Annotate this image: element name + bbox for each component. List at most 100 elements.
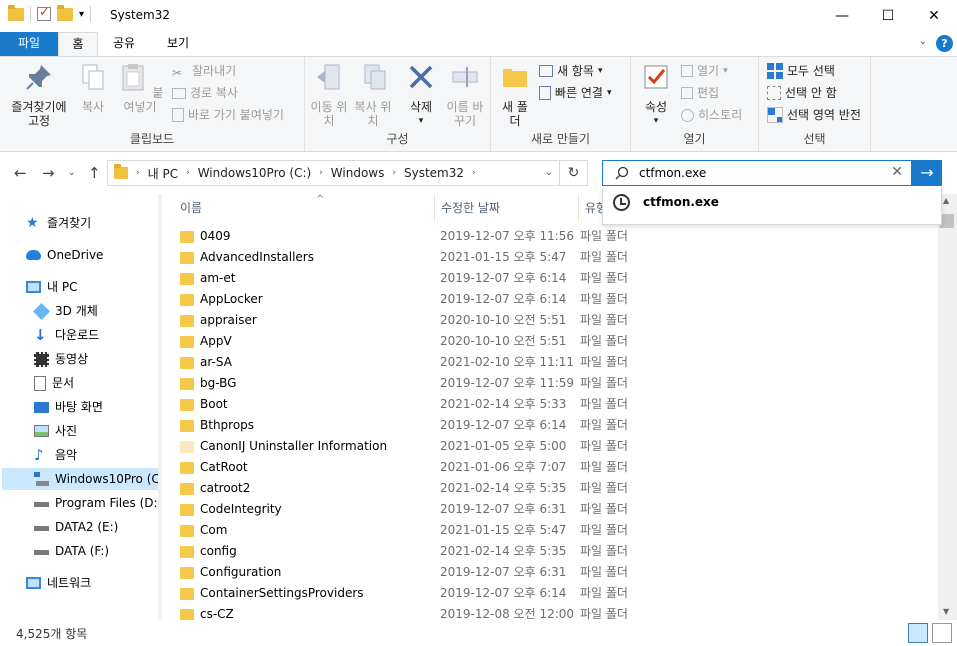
search-input[interactable] bbox=[639, 166, 879, 180]
nav-item-desktop[interactable]: 바탕 화면 bbox=[34, 396, 103, 418]
properties-quick-icon[interactable] bbox=[37, 5, 51, 21]
column-header-date[interactable]: 수정한 날짜 bbox=[434, 194, 578, 222]
minimize-button[interactable]: — bbox=[819, 0, 865, 32]
rename-button[interactable]: 이름 바꾸기 bbox=[445, 61, 485, 128]
paste-button[interactable]: 붙여넣기 bbox=[114, 61, 166, 114]
scroll-up-icon[interactable]: ▲ bbox=[943, 196, 949, 205]
easy-access-button[interactable]: 빠른 연결 ▾ bbox=[539, 83, 612, 103]
table-row[interactable]: AdvancedInstallers 2021-01-15 오후 5:47 파일 폴… bbox=[180, 247, 658, 268]
search-box[interactable]: ✕ bbox=[602, 160, 912, 186]
paste-shortcut-button[interactable]: 바로 가기 붙여넣기 bbox=[172, 105, 284, 125]
select-none-button[interactable]: 선택 안 함 bbox=[767, 83, 837, 103]
table-row[interactable]: AppLocker 2019-12-07 오후 6:14 파일 폴더 bbox=[180, 289, 658, 310]
nav-item-drive-d[interactable]: Program Files (D:) bbox=[34, 492, 162, 514]
up-arrow-icon[interactable]: ↑ bbox=[88, 164, 101, 182]
table-row[interactable]: Bthprops 2019-12-07 오후 6:14 파일 폴더 bbox=[180, 415, 658, 436]
column-header-name[interactable]: ^ 이름 bbox=[180, 194, 434, 222]
back-arrow-icon[interactable]: ← bbox=[14, 164, 27, 182]
large-icons-view-icon[interactable] bbox=[932, 623, 952, 643]
breadcrumb-drive-c[interactable]: Windows10Pro (C:) bbox=[198, 166, 311, 180]
breadcrumb-this-pc[interactable]: 내 PC bbox=[148, 165, 178, 182]
nav-item-documents[interactable]: 문서 bbox=[34, 372, 74, 394]
nav-item-downloads[interactable]: ↓ 다운로드 bbox=[34, 324, 99, 346]
table-row[interactable]: cs-CZ 2019-12-08 오전 12:00 파일 폴더 bbox=[180, 604, 658, 620]
file-type: 파일 폴더 bbox=[580, 292, 628, 306]
clipboard-group-label: 클립보드 bbox=[129, 132, 175, 146]
scroll-down-icon[interactable]: ▼ bbox=[943, 607, 949, 616]
invert-selection-button[interactable]: 선택 영역 반전 bbox=[767, 105, 861, 125]
copy-button[interactable]: 복사 bbox=[76, 61, 110, 114]
customize-toolbar-chevron-icon[interactable]: ▾ bbox=[79, 9, 84, 20]
nav-item-quick-access[interactable]: ★ 즐겨찾기 bbox=[26, 212, 91, 234]
tab-file[interactable]: 파일 bbox=[0, 32, 58, 56]
refresh-icon[interactable]: ↻ bbox=[560, 160, 588, 186]
vertical-scrollbar[interactable]: ▲ ▼ bbox=[938, 194, 957, 620]
move-to-button[interactable]: 이동 위치 bbox=[309, 61, 349, 128]
tab-view[interactable]: 보기 bbox=[156, 32, 200, 56]
breadcrumb-separator-icon[interactable]: › bbox=[392, 168, 396, 178]
tab-share[interactable]: 공유 bbox=[104, 32, 144, 56]
open-button[interactable]: 열기 ▾ bbox=[681, 61, 728, 81]
nav-item-this-pc[interactable]: 내 PC bbox=[26, 276, 77, 298]
breadcrumb-separator-icon[interactable]: › bbox=[136, 168, 140, 178]
scrollbar-thumb[interactable] bbox=[940, 214, 954, 228]
nav-item-drive-f[interactable]: DATA (F:) bbox=[34, 540, 109, 562]
nav-item-3d-objects[interactable]: 3D 개체 bbox=[33, 300, 98, 322]
properties-button[interactable]: 속성 ▾ bbox=[637, 61, 675, 128]
search-suggestion-item[interactable]: ctfmon.exe bbox=[602, 187, 942, 225]
new-folder-button[interactable]: 새 폴더 bbox=[497, 61, 533, 128]
table-row[interactable]: catroot2 2021-02-14 오후 5:35 파일 폴더 bbox=[180, 478, 658, 499]
breadcrumb-separator-icon[interactable]: › bbox=[472, 168, 476, 178]
help-icon[interactable]: ? bbox=[936, 35, 953, 52]
copy-to-button[interactable]: 복사 위치 bbox=[353, 61, 393, 128]
table-row[interactable]: Configuration 2019-12-07 오후 6:31 파일 폴더 bbox=[180, 562, 658, 583]
nav-item-videos[interactable]: 동영상 bbox=[34, 348, 88, 370]
nav-item-pictures[interactable]: 사진 bbox=[34, 420, 77, 442]
table-row[interactable]: appraiser 2020-10-10 오전 5:51 파일 폴더 bbox=[180, 310, 658, 331]
address-history-dropdown-icon[interactable]: ⌄ bbox=[545, 167, 553, 178]
drive-icon bbox=[34, 543, 49, 559]
maximize-button[interactable]: ☐ bbox=[865, 0, 911, 32]
nav-item-onedrive[interactable]: OneDrive bbox=[26, 244, 103, 266]
ribbon-collapse-chevron-icon[interactable]: ⌄ bbox=[919, 36, 927, 47]
edit-button[interactable]: 편집 bbox=[681, 83, 719, 103]
breadcrumb-separator-icon[interactable]: › bbox=[186, 168, 190, 178]
table-row[interactable]: AppV 2020-10-10 오전 5:51 파일 폴더 bbox=[180, 331, 658, 352]
search-go-arrow-icon[interactable]: → bbox=[912, 160, 942, 186]
history-button[interactable]: 히스토리 bbox=[681, 105, 742, 125]
breadcrumb-separator-icon[interactable]: › bbox=[319, 168, 323, 178]
table-row[interactable]: 0409 2019-12-07 오후 11:56 파일 폴더 bbox=[180, 226, 658, 247]
recent-locations-chevron-icon[interactable]: ⌄ bbox=[68, 168, 76, 178]
pin-quick-access-button[interactable]: 즐겨찾기에 고정 bbox=[6, 61, 72, 128]
breadcrumb-system32[interactable]: System32 bbox=[404, 166, 464, 180]
table-row[interactable]: ContainerSettingsProviders 2019-12-07 오후 … bbox=[180, 583, 658, 604]
table-row[interactable]: Com 2021-01-15 오후 5:47 파일 폴더 bbox=[180, 520, 658, 541]
breadcrumb-windows[interactable]: Windows bbox=[331, 166, 385, 180]
nav-item-network[interactable]: 네트워크 bbox=[26, 572, 91, 594]
address-bar[interactable]: › 내 PC › Windows10Pro (C:) › Windows › S… bbox=[107, 160, 560, 186]
nav-item-music[interactable]: ♪ 음악 bbox=[34, 444, 77, 466]
table-row[interactable]: ar-SA 2021-02-10 오후 11:11 파일 폴더 bbox=[180, 352, 658, 373]
search-suggestion-text: ctfmon.exe bbox=[643, 195, 719, 209]
new-folder-quick-icon[interactable] bbox=[57, 4, 73, 21]
delete-button[interactable]: 삭제 ▾ bbox=[401, 61, 441, 128]
table-row[interactable]: CanonIJ Uninstaller Information 2021-01-0… bbox=[180, 436, 658, 457]
copy-path-button[interactable]: 경로 복사 bbox=[172, 83, 238, 103]
close-button[interactable]: ✕ bbox=[911, 0, 957, 32]
cut-button[interactable]: ✂ 잘라내기 bbox=[172, 61, 236, 81]
clear-search-icon[interactable]: ✕ bbox=[891, 164, 903, 180]
forward-arrow-icon[interactable]: → bbox=[42, 164, 55, 182]
table-row[interactable]: am-et 2019-12-07 오후 6:14 파일 폴더 bbox=[180, 268, 658, 289]
table-row[interactable]: CatRoot 2021-01-06 오후 7:07 파일 폴더 bbox=[180, 457, 658, 478]
nav-item-drive-e[interactable]: DATA2 (E:) bbox=[34, 516, 118, 538]
table-row[interactable]: Boot 2021-02-14 오후 5:33 파일 폴더 bbox=[180, 394, 658, 415]
select-all-button[interactable]: 모두 선택 bbox=[767, 61, 835, 81]
table-row[interactable]: config 2021-02-14 오후 5:35 파일 폴더 bbox=[180, 541, 658, 562]
nav-item-drive-c[interactable]: Windows10Pro (C:) bbox=[2, 468, 168, 490]
details-view-icon[interactable] bbox=[908, 623, 928, 643]
table-row[interactable]: CodeIntegrity 2019-12-07 오후 6:31 파일 폴더 bbox=[180, 499, 658, 520]
table-row[interactable]: bg-BG 2019-12-07 오후 11:59 파일 폴더 bbox=[180, 373, 658, 394]
new-item-button[interactable]: 새 항목 ▾ bbox=[539, 61, 602, 81]
tab-home[interactable]: 홈 bbox=[58, 32, 98, 56]
nav-item-label: DATA2 (E:) bbox=[55, 520, 119, 534]
